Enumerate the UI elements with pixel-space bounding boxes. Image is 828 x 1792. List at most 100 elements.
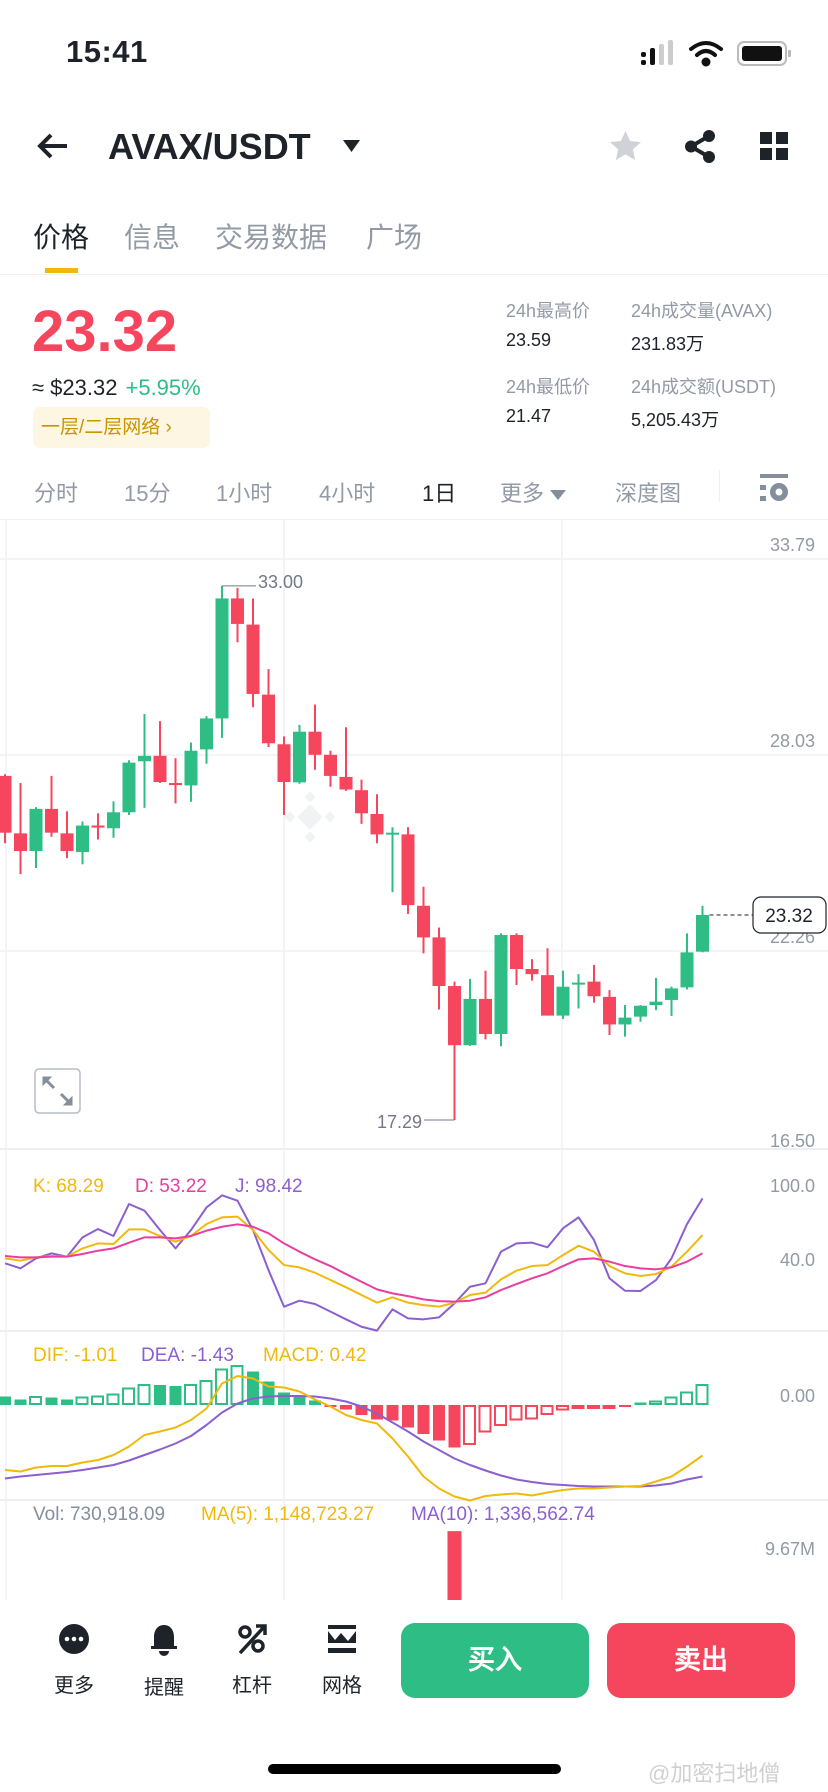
last-price: 23.32 [32, 299, 178, 364]
network-badge[interactable]: 一层/二层网络 › [33, 407, 210, 448]
macd-histogram-bar [695, 1384, 709, 1405]
macd-histogram-bar [91, 1395, 104, 1405]
candle [0, 774, 12, 844]
candle [448, 981, 461, 1120]
star-icon[interactable] [609, 130, 642, 162]
candle [14, 783, 27, 875]
candle-body [417, 905, 430, 938]
candle [200, 716, 213, 764]
macd-histogram-bar [402, 1405, 414, 1428]
macd-histogram-bar [463, 1405, 476, 1445]
candle-body [370, 813, 384, 835]
candle [634, 1005, 647, 1022]
divider [719, 470, 720, 502]
interval-1d[interactable]: 1日 [422, 476, 456, 508]
share-icon[interactable] [684, 130, 716, 163]
back-arrow-icon[interactable] [37, 132, 69, 160]
macd-histogram-bar [29, 1396, 42, 1405]
candle [339, 727, 353, 791]
more-icon [59, 1624, 89, 1654]
candle [262, 669, 275, 747]
candle-body [510, 935, 523, 970]
bottom-leverage-button[interactable]: 杠杆 [217, 1624, 287, 1698]
candle-body [680, 952, 694, 988]
candle [76, 821, 89, 865]
interval-15m[interactable]: 15分 [124, 476, 170, 508]
buy-button[interactable]: 买入 [401, 1623, 589, 1698]
candle-body [293, 731, 306, 783]
candle [29, 807, 43, 869]
chart-settings-icon[interactable] [760, 474, 788, 502]
sell-button[interactable]: 卖出 [607, 1623, 795, 1698]
price-axis-label: 33.79 [770, 535, 815, 555]
candle [153, 721, 167, 784]
macd-histogram-bar [340, 1405, 352, 1410]
interval-1h[interactable]: 1小时 [216, 476, 272, 508]
macd-histogram-bar [478, 1405, 492, 1433]
macd-histogram-bar [137, 1384, 151, 1405]
macd-histogram-bar [680, 1391, 693, 1405]
pair-title[interactable]: AVAX/USDT [108, 126, 311, 168]
stat-label-volume: 24h成交量(AVAX) [631, 301, 773, 321]
candle-body [494, 935, 508, 1034]
candle-body [432, 937, 446, 987]
candle-body [153, 755, 167, 783]
stat-value-turnover: 5,205.43万 [631, 410, 720, 430]
tab-info[interactable]: 信息 [124, 216, 180, 256]
kdj-d-legend: D: 53.22 [135, 1176, 207, 1197]
vol-axis-label: 9.67M [765, 1539, 815, 1559]
candle [215, 585, 229, 738]
macd-histogram-bar [448, 1405, 461, 1448]
candle-body [525, 969, 539, 975]
interval-4h[interactable]: 4小时 [319, 476, 375, 508]
macd-histogram-bar [664, 1396, 678, 1405]
dropdown-icon[interactable] [343, 140, 360, 152]
interval-more[interactable]: 更多 [500, 476, 567, 508]
candle-body [572, 982, 585, 985]
candle-body [0, 775, 12, 833]
expand-button[interactable] [34, 1068, 81, 1114]
macd-histogram-bar [293, 1396, 306, 1405]
interval-depth[interactable]: 深度图 [615, 476, 681, 508]
interval-time[interactable]: 分时 [34, 476, 78, 508]
candle-body [401, 834, 415, 906]
candle-body [29, 808, 43, 852]
home-indicator[interactable] [268, 1764, 561, 1774]
bottom-grid-button[interactable]: 网格 [307, 1624, 377, 1698]
macd-dea-legend: DEA: -1.43 [141, 1345, 234, 1366]
divider [0, 274, 828, 275]
tab-price[interactable]: 价格 [33, 216, 89, 256]
current-price-label: 23.32 [765, 906, 813, 927]
bottom-more-label: 更多 [54, 1675, 94, 1697]
candle [386, 827, 399, 893]
candle-body [169, 783, 182, 786]
candle [494, 933, 508, 1047]
current-price-tag: 23.32 [752, 896, 827, 934]
candle-body [355, 790, 368, 814]
bottom-more-button[interactable]: 更多 [39, 1624, 109, 1698]
stat-label-high: 24h最高价 [506, 301, 591, 321]
macd-histogram-bar [525, 1405, 538, 1420]
candle [401, 827, 415, 914]
candle-body [448, 986, 461, 1046]
candle [556, 970, 570, 1019]
macd-histogram-bar [602, 1405, 616, 1409]
candle [107, 801, 120, 838]
macd-histogram-bar [587, 1405, 600, 1409]
tab-square[interactable]: 广场 [366, 216, 422, 256]
macd-histogram-bar [386, 1405, 399, 1421]
bottom-alert-button[interactable]: 提醒 [129, 1624, 199, 1700]
candle [603, 990, 616, 1035]
kline-chart[interactable]: 33.79 28.03 22.26 16.50 33.00 17.29 23.3… [0, 519, 828, 1600]
grid-trading-icon [328, 1625, 356, 1653]
bell-icon [151, 1625, 177, 1656]
grid-icon[interactable] [760, 132, 788, 160]
candle [417, 886, 430, 954]
candle-body [215, 598, 229, 719]
candle [169, 758, 182, 804]
tab-trading-data[interactable]: 交易数据 [215, 216, 327, 256]
candle [370, 794, 384, 844]
macd-histogram-bar [494, 1405, 507, 1426]
candle-body [603, 996, 616, 1025]
macd-dea-line [4, 1395, 703, 1488]
